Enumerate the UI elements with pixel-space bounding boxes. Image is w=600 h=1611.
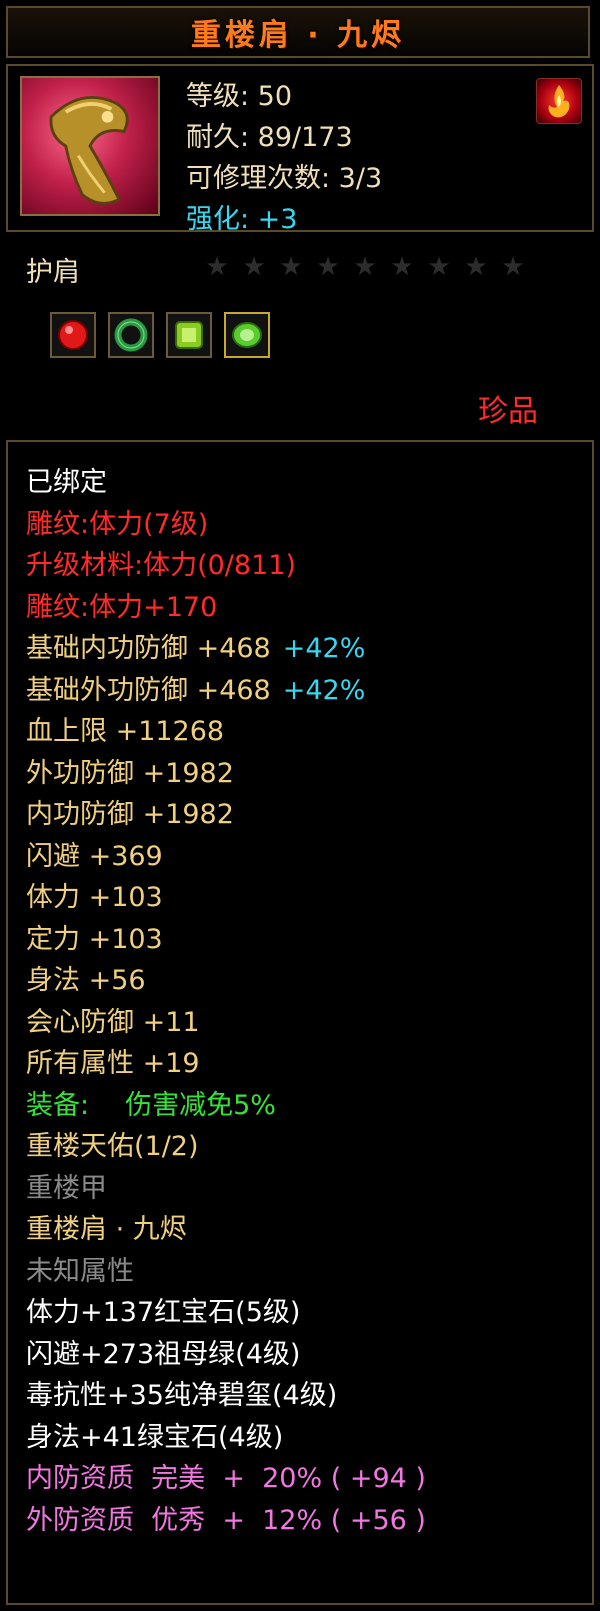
star-icon: ★ [242,252,266,282]
inner-def-quality: 内防资质 完美 + 20% ( +94 ) [26,1463,426,1494]
hp-max: 血上限 +11268 [26,716,225,747]
item-type: 护肩 [26,257,80,288]
star-icon: ★ [205,252,229,282]
stamina: 体力 +103 [26,882,163,913]
upgrade-material: 升级材料:体力(0/811) [26,550,296,581]
base-inner-defense-value: 基础内功防御 +468 [26,633,271,664]
crit-defense: 会心防御 +11 [26,1006,200,1038]
base-outer-defense: 基础外功防御 +468 +42% [26,670,426,712]
set-item-1: 重楼甲 [26,1172,107,1204]
title-bar: 重楼肩 · 九烬 [6,6,590,58]
item-name: 重楼肩 · 九烬 [190,18,406,53]
set-item-2: 重楼肩 · 九烬 [26,1214,187,1245]
gem-slot-3[interactable] [166,312,212,358]
gem-bonus-4: 身法+41绿宝石(4级) [26,1421,284,1453]
item-tooltip: 重楼肩 · 九烬 等级: 50 耐久: 89/173 可修理次数: 3/3 强化… [0,0,600,1611]
inner-defense: 内功防御 +1982 [26,799,234,830]
carving-bonus: 雕纹:体力+170 [26,591,218,623]
bound-status: 已绑定 [26,467,107,498]
gem-slot-1[interactable] [50,312,96,358]
attribute-list: 已绑定 雕纹:体力(7级) 升级材料:体力(0/811) 雕纹:体力+170 基… [26,462,426,1541]
focus: 定力 +103 [26,923,163,955]
star-icon: ★ [464,252,488,282]
dodge: 闪避 +369 [26,840,163,872]
red-ruby-gem-icon [58,320,88,350]
level-text: 等级: 50 [186,81,293,112]
outer-def-quality: 外防资质 优秀 + 12% ( +56 ) [26,1504,426,1536]
rarity-label: 珍品 [478,394,538,429]
base-inner-defense-pct: +42% [282,633,366,664]
all-attributes: 所有属性 +19 [26,1048,200,1079]
equip-label: 装备: [26,1089,90,1121]
equip-effect-value: 伤害减免5% [125,1089,276,1121]
star-icon: ★ [353,252,377,282]
star-icon: ★ [427,252,451,282]
green-jade-ring-icon [114,318,148,352]
star-icon: ★ [316,252,340,282]
agility: 身法 +56 [26,965,146,996]
set-name: 重楼天佑(1/2) [26,1131,199,1162]
item-header: 等级: 50 耐久: 89/173 可修理次数: 3/3 强化: +3 [6,64,594,235]
flame-badge-icon [536,78,582,124]
star-icon: ★ [279,252,303,282]
gem-bonus-3: 毒抗性+35纯净碧玺(4级) [26,1380,338,1411]
emerald-gem-icon [232,322,262,348]
base-outer-defense-pct: +42% [282,674,366,706]
equip-effect: 装备: 伤害减免5% [26,1085,426,1127]
gem-slots [50,312,270,358]
durability-text: 耐久: 89/173 [186,122,353,153]
star-rating: ★ ★ ★ ★ ★ ★ ★ ★ ★ [204,254,526,280]
gem-bonus-1: 体力+137红宝石(5级) [26,1297,301,1328]
outer-defense: 外功防御 +1982 [26,757,234,789]
gold-shoulder-armor-icon [20,76,160,216]
star-icon: ★ [390,252,414,282]
item-stats: 等级: 50 耐久: 89/173 可修理次数: 3/3 强化: +3 [186,76,382,240]
base-inner-defense: 基础内功防御 +468 +42% [26,628,426,670]
gem-slot-4[interactable] [224,312,270,358]
carving-level: 雕纹:体力(7级) [26,508,209,540]
repair-count-text: 可修理次数: 3/3 [186,163,383,194]
star-icon: ★ [501,252,525,282]
gem-bonus-2: 闪避+273祖母绿(4级) [26,1338,301,1370]
enhance-text: 强化: +3 [186,204,298,235]
gem-slot-2[interactable] [108,312,154,358]
green-square-gem-icon [175,321,203,349]
base-outer-defense-value: 基础外功防御 +468 [26,674,271,706]
unknown-attribute: 未知属性 [26,1255,134,1287]
